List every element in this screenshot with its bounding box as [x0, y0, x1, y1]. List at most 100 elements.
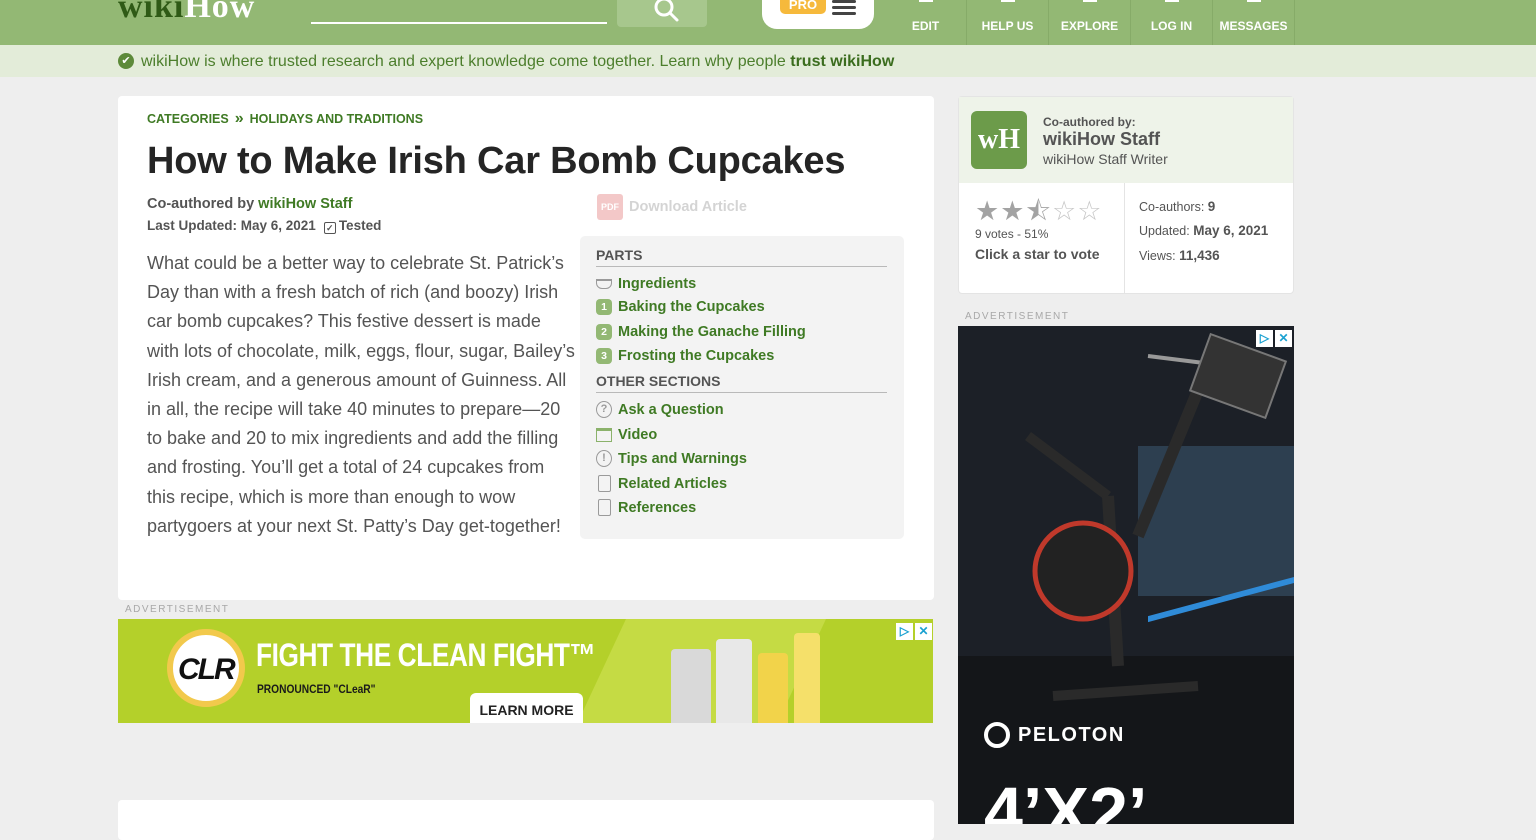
- vote-count: 9 votes - 51%: [975, 227, 1049, 241]
- close-ad-icon[interactable]: ✕: [915, 623, 932, 640]
- product-bottle: [794, 633, 820, 723]
- stat-label: Updated:: [1139, 224, 1194, 238]
- pro-menu-button[interactable]: PRO: [762, 0, 874, 29]
- nav-label: MESSAGES: [1219, 19, 1288, 33]
- breadcrumb-categories[interactable]: CATEGORIES: [147, 112, 229, 126]
- check-badge-icon: ✔: [118, 53, 134, 69]
- clr-ad-banner[interactable]: CLR FIGHT THE CLEAN FIGHT™ PRONOUNCED "C…: [118, 619, 933, 723]
- peloton-ad[interactable]: PELOTON 4’X2’ ▷ ✕: [958, 326, 1294, 824]
- trust-wikihow-link[interactable]: trust wikiHow: [790, 53, 894, 70]
- wikihow-avatar: wH: [971, 111, 1027, 169]
- article-intro: What could be a better way to celebrate …: [147, 253, 575, 536]
- table-of-contents: PARTS Ingredients 1 Baking the Cupcakes 2…: [580, 236, 904, 539]
- product-bottle: [671, 649, 711, 723]
- trust-message: wikiHow is where trusted research and ex…: [141, 53, 791, 70]
- product-bottle: [758, 653, 788, 723]
- site-header: wikiHow PRO EDIT HELP US EXPLORE LOG IN …: [0, 0, 1536, 45]
- part-number: 1: [596, 299, 612, 315]
- updated-stat: Updated: May 6, 2021: [1139, 223, 1268, 238]
- trust-text: wikiHow is where trusted research and ex…: [141, 53, 894, 71]
- toc-label: Frosting the Cupcakes: [618, 348, 775, 364]
- tested-check-icon: ✓: [323, 222, 336, 234]
- pdf-icon: PDF: [597, 194, 623, 220]
- star-empty-icon[interactable]: ☆: [1052, 197, 1076, 225]
- messages-icon: [1246, 0, 1261, 2]
- toc-label: Ask a Question: [618, 401, 724, 418]
- breadcrumb-separator: »: [234, 110, 244, 127]
- clr-headline: FIGHT THE CLEAN FIGHT™: [256, 637, 596, 673]
- star-filled-icon[interactable]: ★: [1000, 197, 1024, 225]
- toc-label: Ingredients: [618, 275, 697, 292]
- search-icon: [654, 0, 679, 22]
- toc-label: References: [618, 499, 697, 516]
- ad-label: ADVERTISEMENT: [965, 311, 1070, 322]
- learn-more-button[interactable]: LEARN MORE: [470, 693, 583, 723]
- adchoices-icon[interactable]: ▷: [896, 623, 913, 640]
- nav-log-in[interactable]: LOG IN: [1131, 0, 1213, 45]
- nav-label: LOG IN: [1150, 19, 1193, 33]
- warning-icon: !: [596, 450, 612, 467]
- explore-icon: [1082, 0, 1097, 2]
- close-ad-icon[interactable]: ✕: [1275, 330, 1292, 347]
- toc-label: Video: [618, 426, 658, 443]
- search-input[interactable]: [311, 0, 607, 24]
- product-bottle: [716, 639, 752, 723]
- star-half-icon[interactable]: ⯪: [1025, 197, 1051, 225]
- divider: [1124, 183, 1125, 294]
- download-article-button[interactable]: PDF Download Article: [597, 194, 747, 220]
- peloton-icon: [984, 722, 1010, 748]
- peloton-logo: PELOTON: [984, 722, 1125, 748]
- nav-label: HELP US: [981, 19, 1034, 33]
- toc-ask-question[interactable]: ? Ask a Question: [596, 401, 724, 418]
- hamburger-icon: [832, 0, 856, 15]
- stat-value: 11,436: [1179, 248, 1220, 263]
- video-icon: [596, 426, 612, 443]
- nav-help-us[interactable]: HELP US: [967, 0, 1049, 45]
- author-header: wH Co-authored by: wikiHow Staff wikiHow…: [959, 97, 1293, 183]
- search-button[interactable]: [617, 0, 707, 27]
- logo-text-wiki: wiki: [118, 0, 185, 25]
- nav-messages[interactable]: MESSAGES: [1213, 0, 1295, 45]
- toc-other-heading: OTHER SECTIONS: [596, 373, 887, 393]
- author-link[interactable]: wikiHow Staff: [258, 196, 352, 212]
- toc-tips-warnings[interactable]: ! Tips and Warnings: [596, 450, 747, 467]
- peloton-size-text: 4’X2’: [984, 773, 1148, 824]
- toc-part-3[interactable]: 3 Frosting the Cupcakes: [596, 348, 774, 364]
- author-card: wH Co-authored by: wikiHow Staff wikiHow…: [958, 96, 1294, 294]
- adchoices-icon[interactable]: ▷: [1256, 330, 1273, 347]
- article-card: CATEGORIES » HOLIDAYS AND TRADITIONS How t…: [118, 96, 934, 600]
- nav-explore[interactable]: EXPLORE: [1049, 0, 1131, 45]
- stat-label: Views:: [1139, 249, 1180, 263]
- breadcrumb-holidays[interactable]: HOLIDAYS AND TRADITIONS: [250, 112, 423, 126]
- coauthored-prefix: Co-authored by: [147, 196, 259, 212]
- toc-video[interactable]: Video: [596, 426, 657, 443]
- stat-label: Co-authors:: [1139, 200, 1208, 214]
- user-icon: [1164, 0, 1179, 2]
- star-filled-icon[interactable]: ★: [975, 197, 999, 225]
- clr-logo: CLR: [167, 629, 245, 707]
- stat-value: 9: [1207, 199, 1216, 214]
- bowl-icon: [596, 275, 612, 292]
- toc-related-articles[interactable]: Related Articles: [596, 475, 727, 492]
- coauthors-stat: Co-authors: 9: [1139, 199, 1215, 214]
- toc-label: Baking the Cupcakes: [618, 299, 765, 315]
- nav-label: EXPLORE: [1060, 19, 1119, 33]
- part-number: 3: [596, 348, 612, 364]
- article-title: How to Make Irish Car Bomb Cupcakes: [147, 140, 846, 182]
- clr-logo-text: CLR: [178, 653, 236, 686]
- toc-references[interactable]: References: [596, 499, 696, 516]
- ad-controls: ▷ ✕: [1256, 330, 1292, 347]
- rating-stars[interactable]: ★ ★ ⯪ ☆ ☆: [975, 197, 1101, 225]
- author-name[interactable]: wikiHow Staff: [1043, 129, 1160, 150]
- next-section-card: [118, 800, 934, 840]
- nav-label: EDIT: [911, 19, 940, 33]
- tested-label[interactable]: Tested: [339, 218, 382, 233]
- toc-part-2[interactable]: 2 Making the Ganache Filling: [596, 324, 806, 340]
- peloton-brand: PELOTON: [1018, 723, 1125, 746]
- document-icon: [596, 475, 612, 492]
- star-empty-icon[interactable]: ☆: [1077, 197, 1101, 225]
- toc-ingredients[interactable]: Ingredients: [596, 275, 696, 292]
- wikihow-logo[interactable]: wikiHow: [118, 0, 255, 26]
- nav-edit[interactable]: EDIT: [885, 0, 967, 45]
- toc-part-1[interactable]: 1 Baking the Cupcakes: [596, 299, 765, 315]
